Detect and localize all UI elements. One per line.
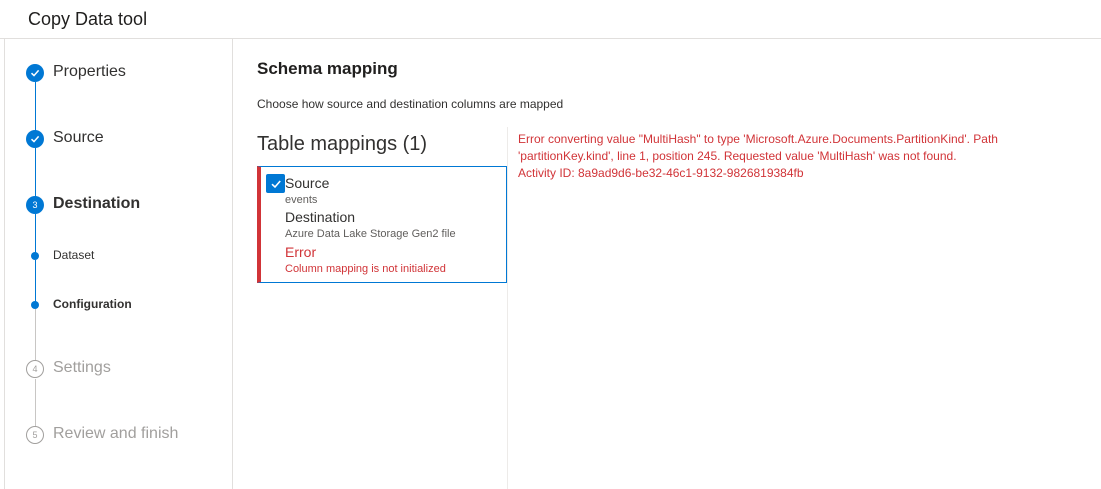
step-destination[interactable]: 3 Destination (5, 193, 233, 217)
mapping-checkbox[interactable] (266, 174, 285, 193)
error-message-line: Activity ID: 8a9ad9d6-be32-46c1-9132-982… (518, 166, 804, 180)
substep-dataset[interactable]: Dataset (5, 246, 233, 266)
panel-divider (507, 127, 508, 489)
title-bar: Copy Data tool (0, 0, 1101, 39)
substep-dot-icon (31, 252, 39, 260)
substep-configuration[interactable]: Configuration (5, 295, 233, 315)
mapping-source-value: events (285, 194, 318, 206)
substep-label: Configuration (53, 297, 132, 311)
step-label: Review and finish (53, 425, 179, 442)
step-settings[interactable]: 4 Settings (5, 357, 233, 381)
step-number-icon: 5 (26, 426, 44, 444)
checkmark-icon (26, 64, 44, 82)
step-label: Properties (53, 63, 126, 80)
substep-dot-icon (31, 301, 39, 309)
step-label: Source (53, 129, 104, 146)
mapping-destination-label: Destination (285, 209, 356, 225)
wizard-stepper: Properties Source 3 Destination Dataset … (4, 39, 233, 489)
step-label: Destination (53, 195, 141, 212)
page-description: Choose how source and destination column… (257, 97, 564, 111)
step-properties[interactable]: Properties (5, 61, 233, 85)
page-title: Schema mapping (257, 59, 398, 78)
substep-label: Dataset (53, 248, 95, 262)
mapping-error-label: Error (285, 244, 317, 260)
error-message: Error converting value "MultiHash" to ty… (518, 131, 1058, 182)
table-mapping-item[interactable]: Source events Destination Azure Data Lak… (257, 166, 507, 283)
checkmark-icon (26, 130, 44, 148)
step-label: Settings (53, 359, 111, 376)
step-review-and-finish[interactable]: 5 Review and finish (5, 423, 233, 447)
step-source[interactable]: Source (5, 127, 233, 151)
main-panel: Schema mapping Choose how source and des… (233, 39, 1101, 489)
table-mappings-heading: Table mappings (1) (257, 133, 428, 155)
step-number-icon: 3 (26, 196, 44, 214)
mapping-error-value: Column mapping is not initialized (285, 263, 446, 275)
error-message-line: Error converting value "MultiHash" to ty… (518, 132, 998, 146)
error-message-line: 'partitionKey.kind', line 1, position 24… (518, 149, 957, 163)
checkmark-icon (270, 179, 281, 188)
mapping-source-label: Source (285, 175, 330, 191)
window-title: Copy Data tool (28, 9, 148, 29)
mapping-destination-value: Azure Data Lake Storage Gen2 file (285, 228, 456, 240)
step-number-icon: 4 (26, 360, 44, 378)
